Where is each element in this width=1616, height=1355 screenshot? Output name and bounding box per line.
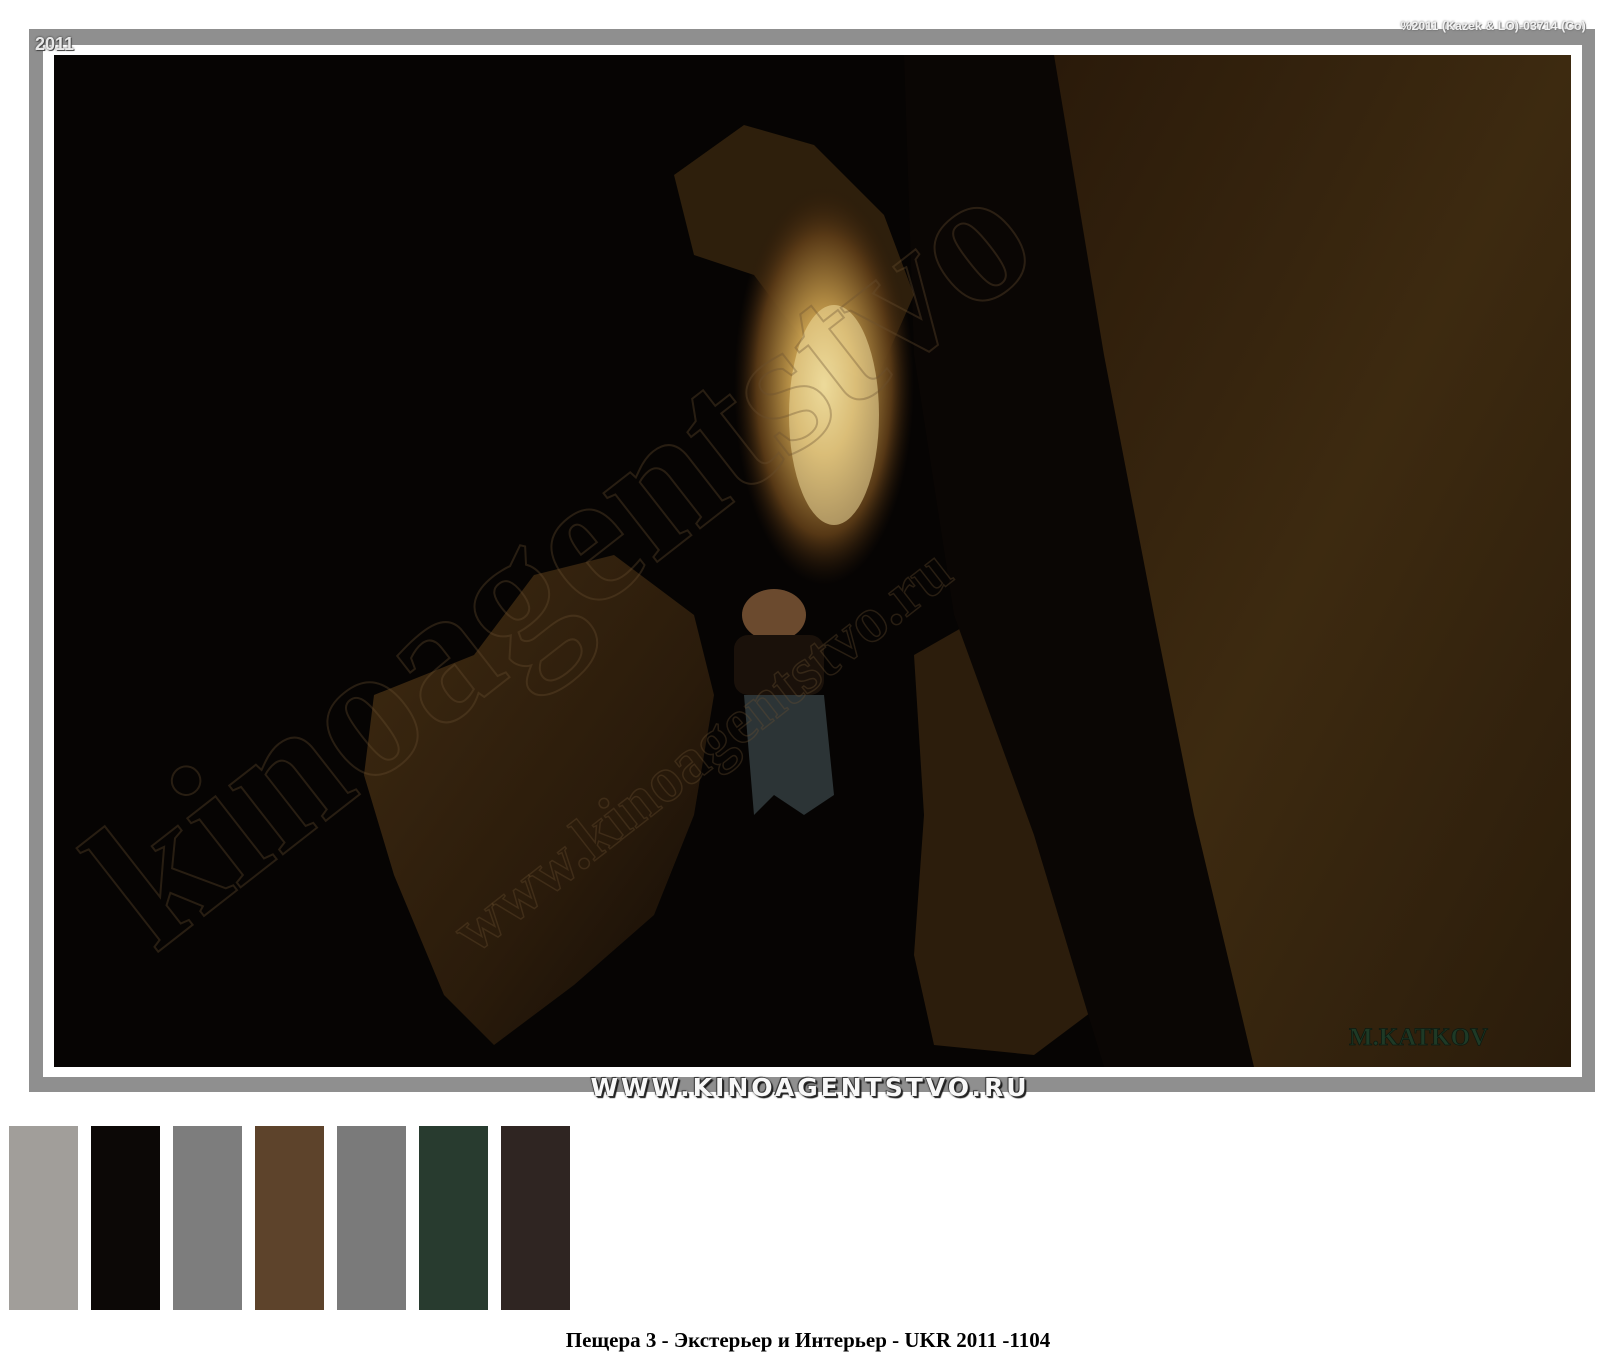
- photographer-signature: M.KATKOV: [1349, 1024, 1488, 1051]
- color-swatch: [337, 1126, 406, 1310]
- color-swatch: [501, 1126, 570, 1310]
- cave-photo: kinoagentstvo www.kinoagentstvo.ru M.KAT…: [54, 55, 1571, 1067]
- color-swatch: [9, 1126, 78, 1310]
- photo-frame: kinoagentstvo www.kinoagentstvo.ru M.KAT…: [29, 29, 1595, 1092]
- photo-caption: Пещера 3 - Экстерьер и Интерьер - UKR 20…: [565, 1328, 1051, 1352]
- cave-photo-image: kinoagentstvo www.kinoagentstvo.ru M.KAT…: [54, 55, 1571, 1067]
- year-stamp: 2011: [35, 34, 75, 54]
- color-swatch: [173, 1126, 242, 1310]
- code-stamp: %2011 (Kazek & LO)-03714 (Co): [1400, 19, 1586, 33]
- color-palette: [9, 1126, 570, 1310]
- color-swatch: [255, 1126, 324, 1310]
- site-banner: WWW.KINOAGENTSTVO.RU: [590, 1073, 1030, 1102]
- color-swatch: [419, 1126, 488, 1310]
- color-swatch: [91, 1126, 160, 1310]
